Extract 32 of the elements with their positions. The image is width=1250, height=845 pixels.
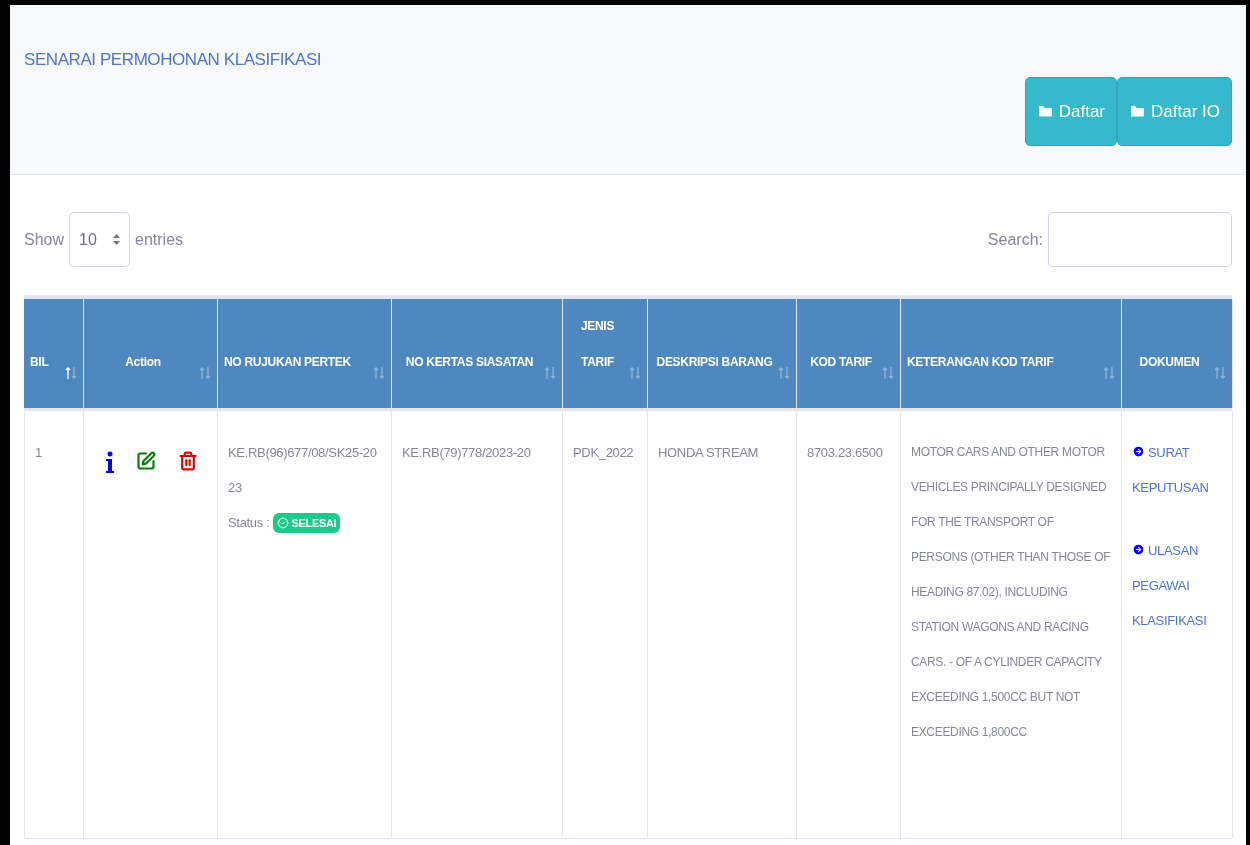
document-link[interactable]: SURAT KEPUTUSAN <box>1132 435 1222 505</box>
column-header[interactable]: NO RUJUKAN PERTEK <box>218 299 392 408</box>
show-label: Show <box>24 229 65 250</box>
edit-icon[interactable] <box>136 451 156 471</box>
column-header[interactable]: Action <box>84 299 218 408</box>
table-cell-text: KE.RB(96)677/08/SK25-2023 <box>228 444 378 497</box>
column-header[interactable]: NO KERTAS SIASATAN <box>392 299 563 408</box>
search-label: Search: <box>987 229 1043 250</box>
column-header[interactable]: BIL <box>24 299 84 408</box>
document-link[interactable]: ULASAN PEGAWAI KLASIFIKASI <box>1132 533 1222 638</box>
table-cell: 1 <box>35 445 42 460</box>
column-header[interactable]: DOKUMEN <box>1122 299 1233 408</box>
status-badge: SELESAI <box>273 512 341 533</box>
table-cell: KE.RB(79)778/2023-20 <box>402 445 531 460</box>
search-field[interactable] <box>1048 212 1232 267</box>
column-header[interactable]: KOD TARIF <box>797 299 901 408</box>
entries-label: entries <box>135 229 184 250</box>
add-button[interactable]: Daftar IO <box>1117 77 1232 146</box>
column-header[interactable]: KETERANGAN KOD TARIF <box>901 299 1122 408</box>
column-header[interactable]: JENIS TARIF <box>563 299 648 408</box>
page-size-select[interactable]: 10 <box>69 212 131 267</box>
info-icon[interactable] <box>106 451 114 473</box>
table-cell: PDK_2022 <box>573 445 634 460</box>
select-arrows-icon <box>113 234 121 245</box>
table-cell: HONDA STREAM <box>658 445 759 460</box>
table-cell: MOTOR CARS AND OTHER MOTOR VEHICLES PRINCIPALLY DESIGNED FOR THE TRANSPORT OF PERSONS (OTHER THAN THOSE OF HEADING 87.02), INCLUDING STATION WAGONS AND RACING CARS. - OF A CYLINDER CAPACITY EXCEEDING 1,500CC BUT NOT EXCEEDING 1,800CC <box>911 445 1111 739</box>
table-cell: 8703.23.6500 <box>807 445 883 460</box>
status-label: Status : <box>228 514 270 532</box>
column-header[interactable]: DESKRIPSI BARANG <box>648 299 797 408</box>
delete-icon[interactable] <box>178 451 198 471</box>
page-title: SENARAI PERMOHONAN KLASIFIKASI <box>24 49 322 71</box>
add-button[interactable]: Daftar <box>1024 77 1118 146</box>
